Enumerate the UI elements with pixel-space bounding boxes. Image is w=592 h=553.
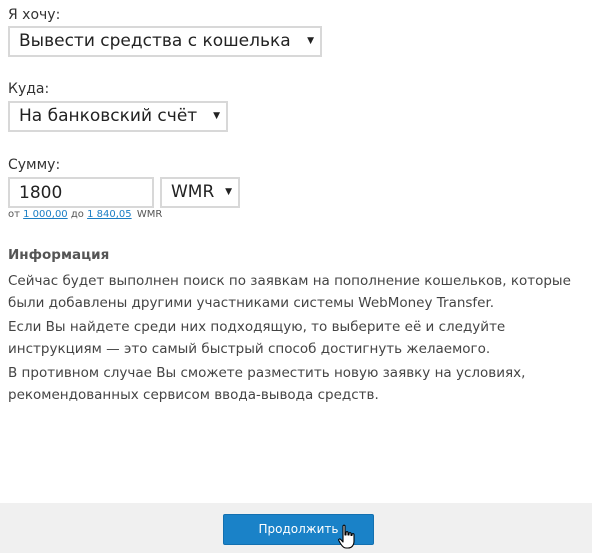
range-currency: WMR — [136, 209, 163, 220]
destination-select-value: На банковский счёт — [19, 106, 198, 126]
info-paragraph: В противном случае Вы сможете разместить… — [8, 365, 526, 403]
hand-pointer-icon — [338, 524, 355, 549]
action-label: Я хочу: — [8, 7, 61, 23]
range-max-link[interactable]: 1 840,05 — [87, 209, 132, 220]
currency-select-value: WMR — [171, 182, 215, 202]
destination-select[interactable]: На банковский счёт ▼ — [8, 101, 228, 132]
info-title: Информация — [8, 247, 110, 263]
action-select-value: Вывести средства с кошелька — [19, 31, 291, 51]
amount-label: Сумму: — [8, 157, 61, 173]
caret-down-icon: ▼ — [213, 111, 220, 121]
action-select[interactable]: Вывести средства с кошелька ▼ — [8, 26, 322, 57]
info-paragraph: Сейчас будет выполнен поиск по заявкам н… — [8, 273, 571, 311]
range-from-label: от — [8, 209, 20, 220]
range-to-label: до — [70, 209, 84, 220]
caret-down-icon: ▼ — [307, 36, 314, 46]
range-min-link[interactable]: 1 000,00 — [23, 209, 68, 220]
amount-input[interactable] — [8, 177, 154, 208]
destination-label: Куда: — [8, 81, 50, 97]
caret-down-icon: ▼ — [225, 187, 232, 197]
info-paragraph: Если Вы найдете среди них подходящую, то… — [8, 319, 506, 357]
currency-select[interactable]: WMR ▼ — [160, 177, 240, 208]
amount-range: от 1 000,00 до 1 840,05 WMR — [8, 209, 162, 220]
footer-bar: Продолжить — [0, 503, 592, 553]
